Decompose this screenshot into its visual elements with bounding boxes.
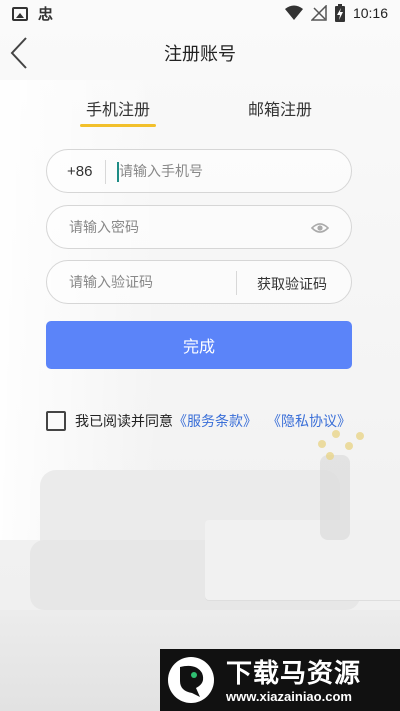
no-signal-icon bbox=[310, 5, 327, 21]
watermark-banner: 下载马资源 www.xiazainiao.com bbox=[160, 649, 400, 711]
wifi-icon bbox=[284, 5, 303, 20]
password-input[interactable] bbox=[69, 218, 309, 238]
phone-input[interactable] bbox=[119, 162, 339, 182]
watermark-logo-icon bbox=[168, 657, 214, 703]
tab-email-register[interactable]: 邮箱注册 bbox=[248, 96, 312, 120]
active-tab-indicator bbox=[80, 124, 156, 127]
agreement-checkbox[interactable] bbox=[46, 411, 66, 431]
header: 注册账号 bbox=[0, 28, 400, 76]
privacy-policy-link[interactable]: 《隐私协议》 bbox=[267, 411, 351, 431]
phone-field: +86 bbox=[46, 149, 352, 193]
watermark-title: 下载马资源 bbox=[226, 659, 362, 689]
watermark-url: www.xiazainiao.com bbox=[226, 689, 352, 704]
field-divider bbox=[236, 271, 237, 295]
password-field bbox=[46, 205, 352, 249]
status-bar: 忠 10:16 bbox=[0, 0, 400, 28]
eye-icon[interactable] bbox=[311, 220, 329, 236]
terms-of-service-link[interactable]: 《服务条款》 bbox=[173, 411, 257, 431]
get-code-button[interactable]: 获取验证码 bbox=[257, 274, 327, 294]
verification-code-input[interactable] bbox=[69, 273, 229, 293]
register-tabs: 手机注册 邮箱注册 bbox=[0, 96, 400, 130]
page-title: 注册账号 bbox=[164, 44, 236, 65]
agreement-row: 我已阅读并同意 《服务条款》 《隐私协议》 bbox=[46, 410, 351, 432]
agreement-text: 我已阅读并同意 bbox=[75, 414, 173, 430]
field-divider bbox=[105, 160, 106, 184]
battery-charging-icon bbox=[334, 4, 345, 22]
verification-code-field: 获取验证码 bbox=[46, 260, 352, 304]
clock: 10:16 bbox=[352, 5, 388, 21]
image-notification-icon bbox=[12, 7, 28, 21]
submit-button[interactable]: 完成 bbox=[46, 321, 352, 369]
country-code-prefix[interactable]: +86 bbox=[67, 163, 92, 180]
tab-phone-register[interactable]: 手机注册 bbox=[86, 96, 150, 120]
app-notification-icon: 忠 bbox=[38, 5, 54, 23]
